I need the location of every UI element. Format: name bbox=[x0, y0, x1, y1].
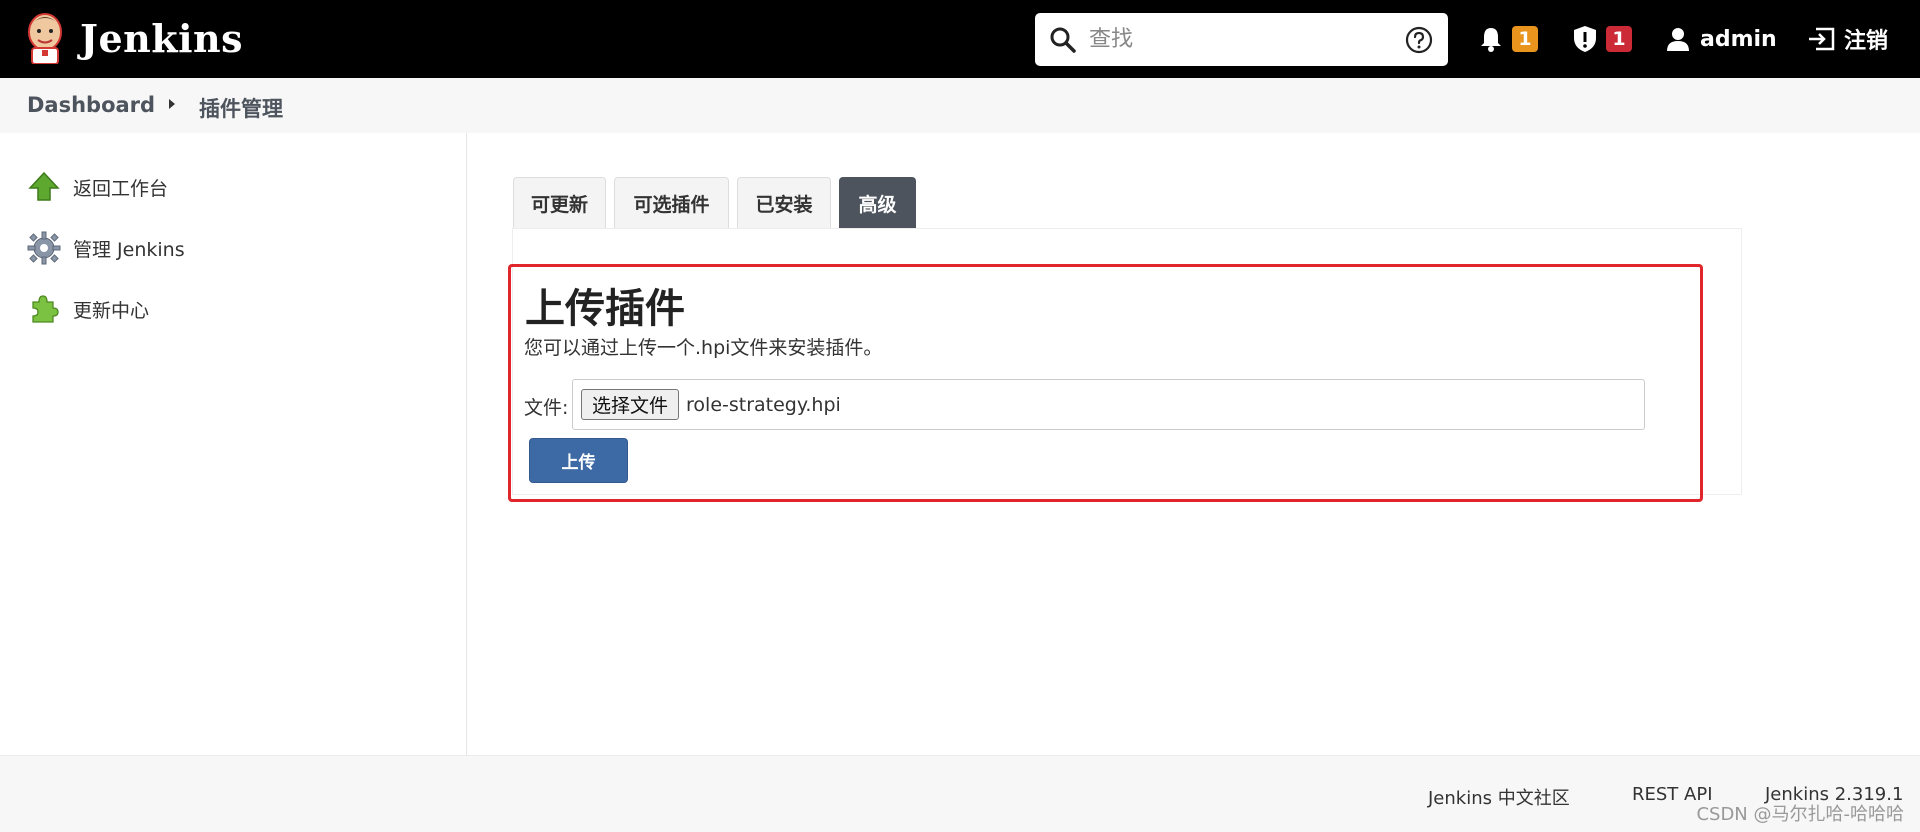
gear-icon bbox=[27, 231, 61, 265]
tab-installed[interactable]: 已安装 bbox=[737, 177, 831, 228]
jenkins-butler-icon bbox=[28, 13, 62, 64]
puzzle-icon bbox=[32, 295, 59, 323]
security-badge: 1 bbox=[1606, 26, 1632, 52]
tab-updates[interactable]: 可更新 bbox=[513, 177, 606, 228]
sidebar-item-label: 更新中心 bbox=[73, 299, 150, 322]
search-box[interactable] bbox=[1035, 13, 1448, 66]
sidebar-item-label: 管理 Jenkins bbox=[73, 238, 185, 261]
upload-section-title: 上传插件 bbox=[525, 286, 685, 332]
jenkins-logo[interactable]: Jenkins bbox=[24, 12, 243, 64]
sidebar-item-update-center[interactable]: 更新中心 bbox=[27, 292, 149, 326]
breadcrumb: Dashboard 插件管理 bbox=[0, 78, 1920, 133]
search-input[interactable] bbox=[1089, 27, 1389, 52]
file-field-label: 文件: bbox=[524, 397, 569, 419]
up-arrow-icon bbox=[28, 171, 60, 201]
breadcrumb-dashboard[interactable]: Dashboard bbox=[27, 93, 155, 117]
user-menu[interactable]: admin bbox=[1666, 0, 1777, 78]
help-icon[interactable] bbox=[1404, 25, 1434, 55]
logout-label: 注销 bbox=[1844, 29, 1889, 54]
footer-community-link[interactable]: Jenkins 中文社区 bbox=[1428, 784, 1570, 810]
sidebar-item-manage[interactable]: 管理 Jenkins bbox=[27, 231, 185, 265]
upload-button[interactable]: 上传 bbox=[529, 438, 628, 483]
sidebar: 返回工作台 管理 Jenkins 更新中心 bbox=[0, 133, 467, 755]
file-input[interactable]: 选择文件 role-strategy.hpi bbox=[572, 379, 1645, 430]
sidebar-item-back[interactable]: 返回工作台 bbox=[27, 170, 168, 204]
footer: Jenkins 中文社区 REST API Jenkins 2.319.1 CS… bbox=[0, 755, 1920, 832]
bell-icon bbox=[1481, 28, 1501, 52]
breadcrumb-current[interactable]: 插件管理 bbox=[199, 93, 283, 123]
plugin-tabs: 可更新 可选插件 已安装 高级 bbox=[513, 177, 924, 228]
choose-file-button[interactable]: 选择文件 bbox=[581, 389, 680, 420]
tab-advanced[interactable]: 高级 bbox=[839, 177, 916, 228]
selected-file-name: role-strategy.hpi bbox=[686, 393, 841, 416]
breadcrumb-separator-icon bbox=[169, 99, 175, 109]
upload-description: 您可以通过上传一个.hpi文件来安装插件。 bbox=[524, 337, 883, 359]
top-header: Jenkins 1 1 admin bbox=[0, 0, 1920, 78]
logout-icon bbox=[1809, 27, 1835, 51]
tab-available[interactable]: 可选插件 bbox=[614, 177, 729, 228]
user-icon bbox=[1667, 28, 1689, 51]
brand-name: Jenkins bbox=[80, 15, 244, 61]
sidebar-item-label: 返回工作台 bbox=[73, 177, 169, 200]
shield-icon bbox=[1574, 26, 1596, 52]
search-icon bbox=[1050, 27, 1076, 53]
watermark-text: CSDN @马尔扎哈-哈哈哈 bbox=[1696, 804, 1904, 825]
username: admin bbox=[1700, 26, 1777, 52]
notifications-button[interactable]: 1 bbox=[1478, 0, 1538, 78]
logout-button[interactable]: 注销 bbox=[1806, 0, 1888, 78]
notifications-badge: 1 bbox=[1512, 26, 1538, 52]
security-button[interactable]: 1 bbox=[1572, 0, 1632, 78]
